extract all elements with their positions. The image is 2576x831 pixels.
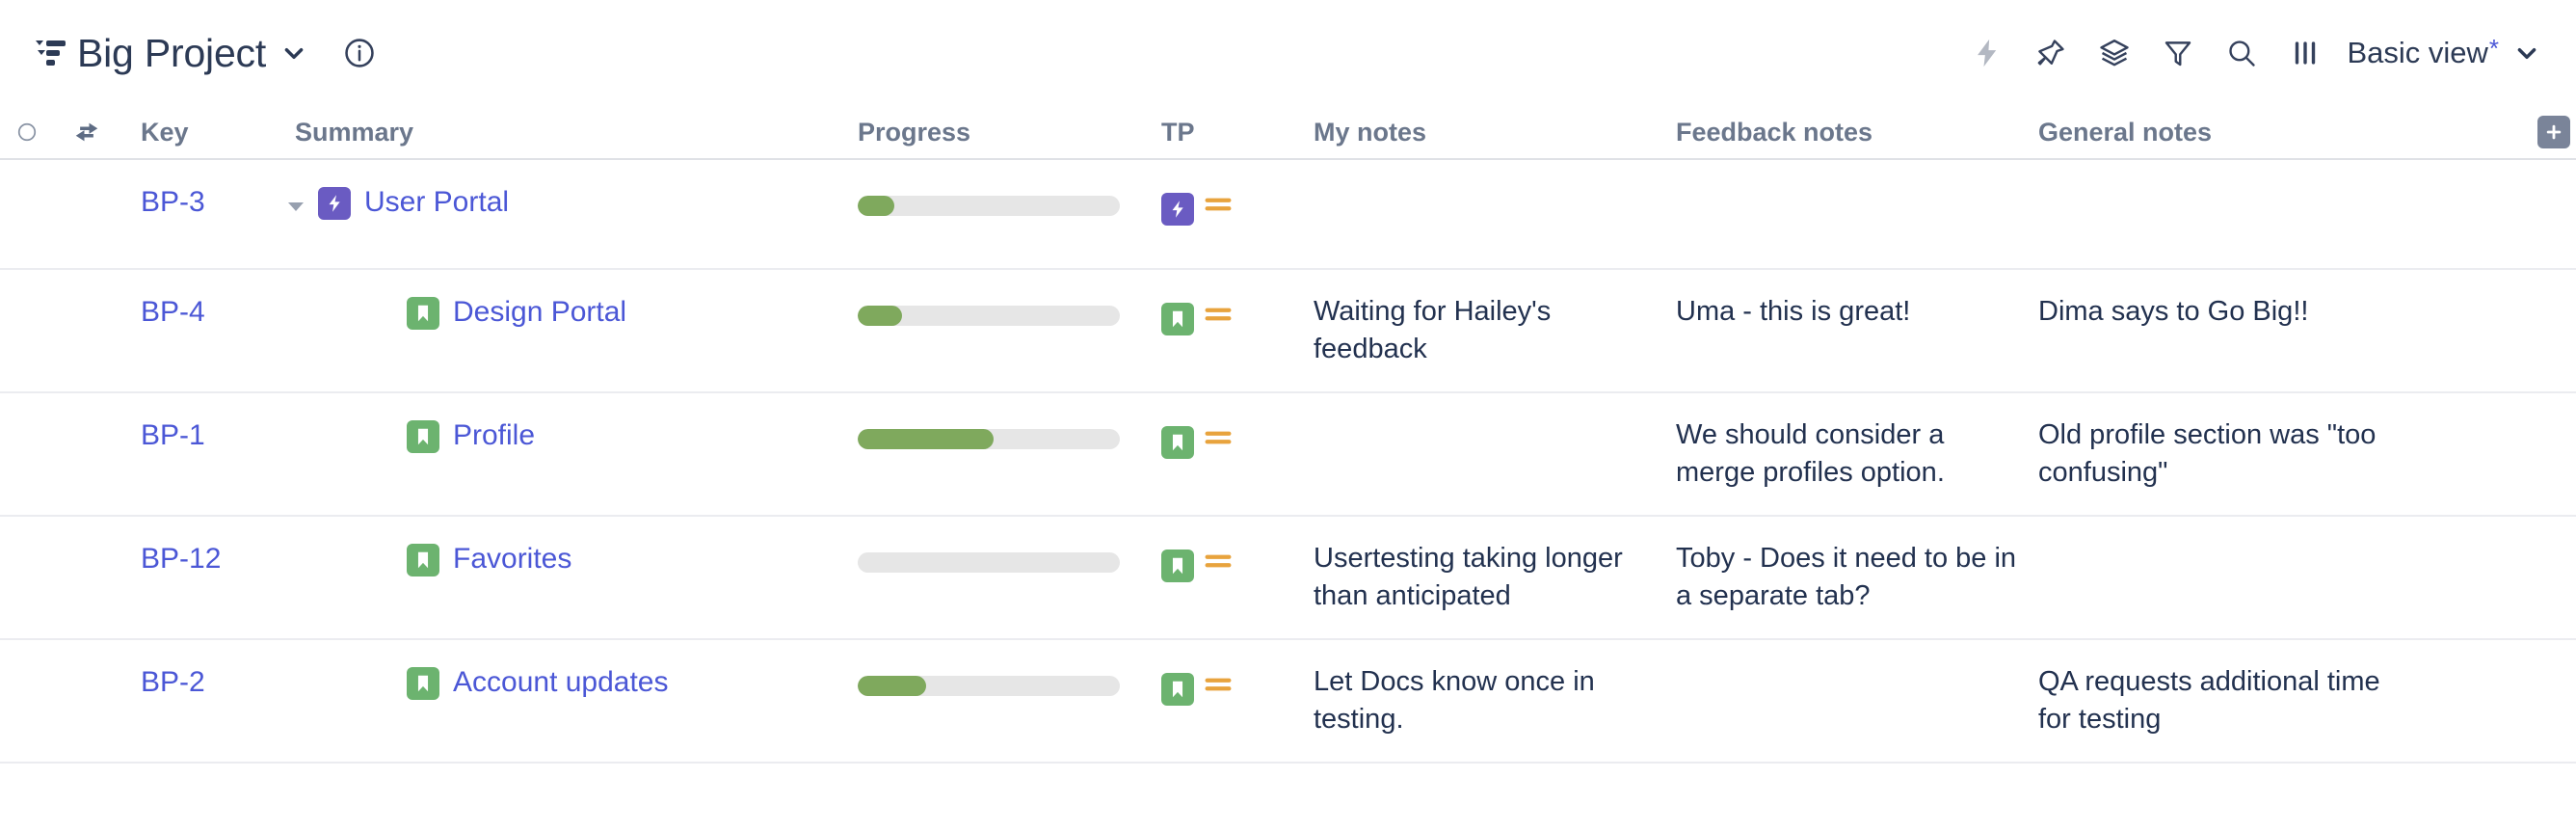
top-bar: Big Project Basic view * bbox=[0, 0, 2576, 106]
my-notes-cell[interactable]: Let Docs know once in testing. bbox=[1314, 663, 1666, 738]
expand-collapse-toggle bbox=[362, 416, 407, 428]
expand-collapse-toggle bbox=[362, 293, 407, 305]
table-row[interactable]: BP-2 Account updates Let Docs know once in… bbox=[0, 640, 2576, 764]
issue-key-link[interactable]: BP-12 bbox=[141, 543, 221, 575]
view-unsaved-marker: * bbox=[2488, 34, 2499, 63]
priority-medium-icon bbox=[1202, 545, 1235, 582]
automation-icon[interactable] bbox=[1955, 26, 2019, 80]
issue-type-story-icon bbox=[407, 420, 439, 453]
view-name-label: Basic view bbox=[2347, 36, 2488, 69]
issue-summary-link[interactable]: Favorites bbox=[453, 540, 571, 578]
general-notes-cell[interactable]: Dima says to Go Big!! bbox=[2038, 293, 2397, 331]
chevron-down-icon[interactable] bbox=[281, 40, 306, 66]
progress-bar-fill bbox=[858, 196, 895, 216]
view-selector[interactable]: Basic view * bbox=[2347, 36, 2499, 70]
my-notes-cell[interactable]: Waiting for Hailey's feedback bbox=[1314, 293, 1666, 368]
table-row[interactable]: BP-12 Favorites Usertesting taking longer … bbox=[0, 517, 2576, 640]
general-notes-cell[interactable]: QA requests additional time for testing bbox=[2038, 663, 2397, 738]
feedback-notes-cell[interactable]: Toby - Does it need to be in a separate … bbox=[1676, 540, 2031, 615]
tp-issue-type-story-icon bbox=[1161, 302, 1194, 335]
layers-icon[interactable] bbox=[2083, 26, 2146, 80]
priority-medium-icon bbox=[1202, 421, 1235, 459]
table-header-row: Key Summary Progress TP My notes Feedbac… bbox=[0, 106, 2576, 160]
progress-bar bbox=[858, 196, 1120, 216]
priority-medium-icon bbox=[1202, 668, 1235, 706]
add-column-button[interactable] bbox=[2537, 116, 2570, 148]
expand-collapse-toggle bbox=[362, 663, 407, 675]
issue-type-epic-icon bbox=[318, 187, 351, 220]
expand-collapse-toggle[interactable] bbox=[274, 183, 318, 218]
tp-issue-type-epic-icon bbox=[1161, 192, 1194, 226]
issue-key-link[interactable]: BP-2 bbox=[141, 666, 205, 698]
progress-bar-fill bbox=[858, 429, 995, 449]
progress-bar-fill bbox=[858, 306, 903, 326]
progress-bar-fill bbox=[858, 676, 926, 696]
column-header-summary[interactable]: Summary bbox=[274, 118, 852, 147]
search-icon[interactable] bbox=[2210, 26, 2273, 80]
progress-bar bbox=[858, 552, 1120, 573]
issue-key-link[interactable]: BP-4 bbox=[141, 296, 205, 328]
issue-type-story-icon bbox=[407, 667, 439, 700]
progress-bar bbox=[858, 429, 1120, 449]
progress-bar bbox=[858, 306, 1120, 326]
select-all-circle-icon[interactable] bbox=[0, 121, 54, 143]
column-header-general-notes[interactable]: General notes bbox=[2031, 118, 2397, 147]
issue-type-story-icon bbox=[407, 544, 439, 576]
tp-issue-type-story-icon bbox=[1161, 672, 1194, 706]
issue-summary-link[interactable]: Profile bbox=[453, 416, 535, 455]
project-title-group[interactable]: Big Project bbox=[33, 31, 306, 76]
priority-medium-icon bbox=[1202, 188, 1235, 226]
tp-issue-type-story-icon bbox=[1161, 549, 1194, 582]
issue-summary-link[interactable]: Design Portal bbox=[453, 293, 626, 332]
column-header-feedback-notes[interactable]: Feedback notes bbox=[1666, 118, 2031, 147]
issue-key-link[interactable]: BP-3 bbox=[141, 186, 205, 218]
issue-key-link[interactable]: BP-1 bbox=[141, 419, 205, 451]
column-header-my-notes[interactable]: My notes bbox=[1302, 118, 1666, 147]
table-row[interactable]: BP-3 User Portal bbox=[0, 160, 2576, 270]
feedback-notes-cell[interactable]: Uma - this is great! bbox=[1676, 293, 2031, 331]
column-header-tp[interactable]: TP bbox=[1148, 118, 1302, 147]
tp-issue-type-story-icon bbox=[1161, 425, 1194, 459]
filter-icon[interactable] bbox=[2146, 26, 2210, 80]
view-chevron-down-icon[interactable] bbox=[2514, 40, 2539, 66]
expand-collapse-toggle bbox=[362, 540, 407, 551]
issue-type-story-icon bbox=[407, 297, 439, 330]
page-title: Big Project bbox=[77, 30, 267, 75]
toolbar: Basic view * bbox=[1955, 26, 2539, 80]
general-notes-cell[interactable]: Old profile section was "too confusing" bbox=[2038, 416, 2397, 492]
pin-icon[interactable] bbox=[2019, 26, 2083, 80]
table-body: BP-3 User Portal BP-4 Design Portal Waiting … bbox=[0, 160, 2576, 764]
column-header-key[interactable]: Key bbox=[120, 118, 274, 147]
info-circle-icon[interactable] bbox=[343, 37, 376, 69]
columns-icon[interactable] bbox=[2273, 26, 2337, 80]
swap-arrows-icon[interactable] bbox=[54, 118, 120, 147]
my-notes-cell[interactable]: Usertesting taking longer than anticipat… bbox=[1314, 540, 1666, 615]
table-row[interactable]: BP-4 Design Portal Waiting for Hailey's fe… bbox=[0, 270, 2576, 393]
issue-summary-link[interactable]: User Portal bbox=[364, 183, 509, 222]
issue-summary-link[interactable]: Account updates bbox=[453, 663, 669, 702]
feedback-notes-cell[interactable]: We should consider a merge profiles opti… bbox=[1676, 416, 2031, 492]
progress-bar bbox=[858, 676, 1120, 696]
board-hierarchy-icon bbox=[33, 35, 69, 71]
table-row[interactable]: BP-1 Profile We should consider a merge pr… bbox=[0, 393, 2576, 517]
issues-table: Key Summary Progress TP My notes Feedbac… bbox=[0, 106, 2576, 764]
column-header-progress[interactable]: Progress bbox=[852, 118, 1148, 147]
priority-medium-icon bbox=[1202, 298, 1235, 335]
